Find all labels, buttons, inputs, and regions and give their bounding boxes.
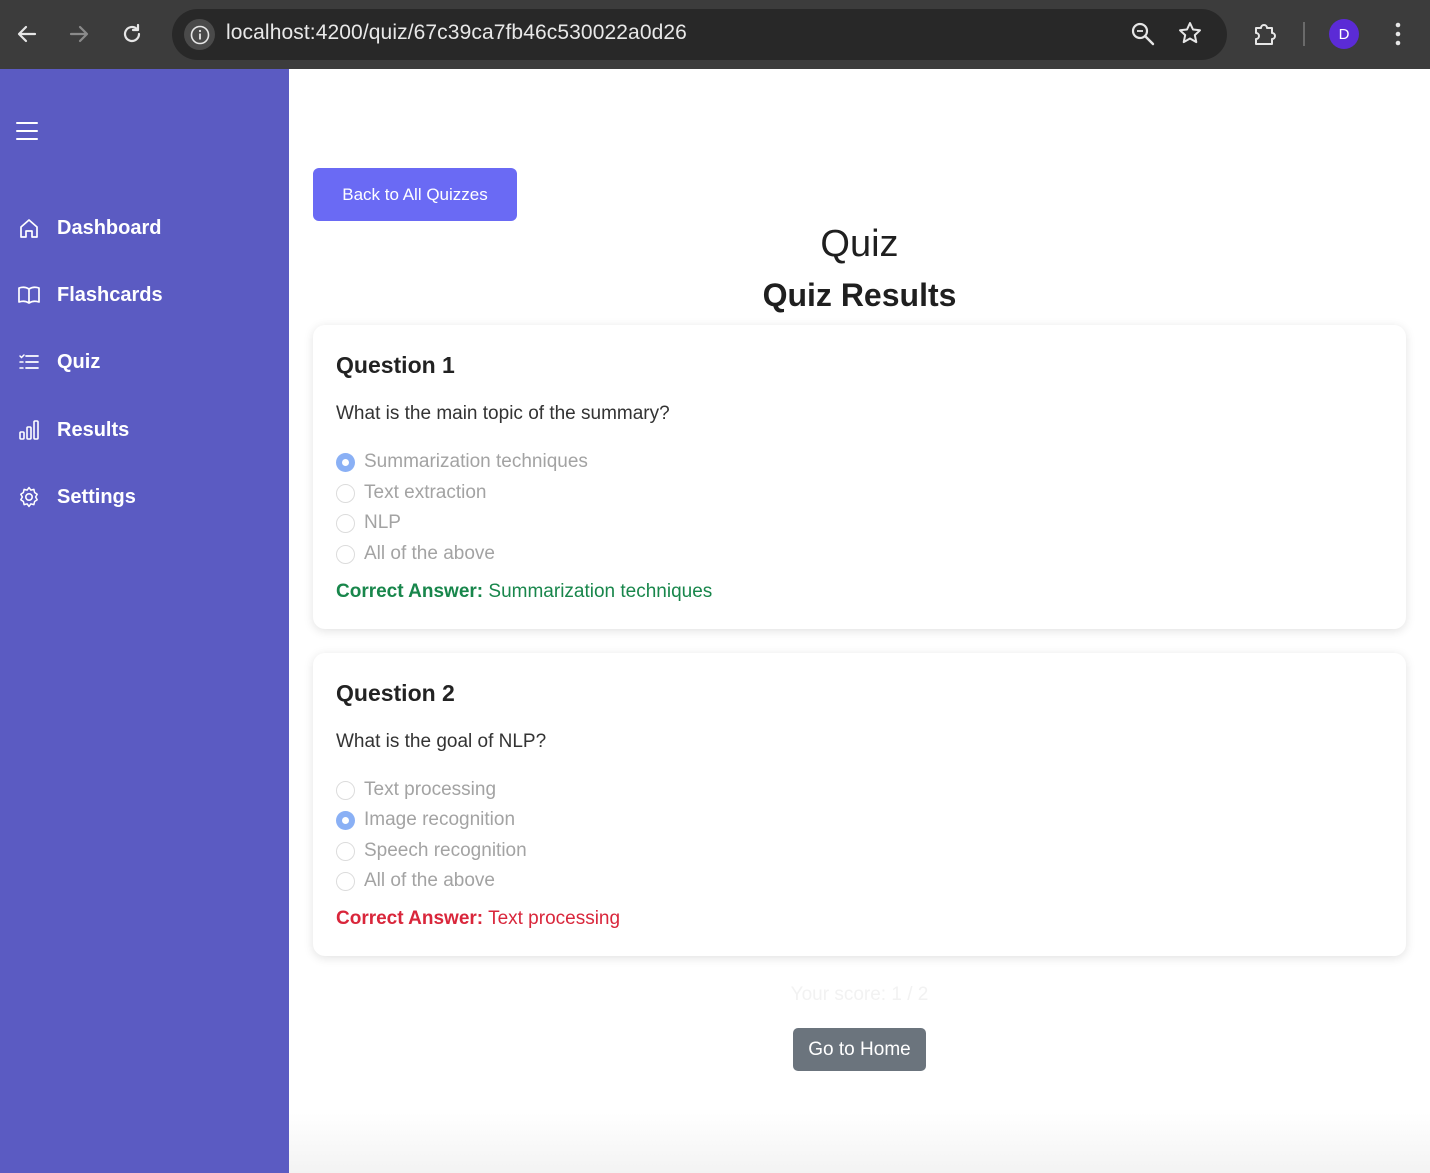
option-label: Text processing <box>364 779 497 800</box>
go-home-button[interactable]: Go to Home <box>793 1028 926 1071</box>
correct-answer: Correct Answer: Summarization techniques <box>336 581 712 603</box>
question-title: Question 1 <box>336 352 455 378</box>
page-title: Quiz <box>820 223 899 265</box>
gear-icon <box>17 485 41 509</box>
score-text: Your score: 1 / 2 <box>790 984 929 1005</box>
toolbar-divider <box>1303 22 1305 46</box>
forward-arrow-icon[interactable] <box>60 15 98 53</box>
sidebar-item-label: Results <box>57 418 130 441</box>
more-menu-icon[interactable] <box>1388 20 1408 48</box>
url-text[interactable]: localhost:4200/quiz/67c39ca7fb46c530022a… <box>226 21 687 45</box>
zoom-icon[interactable] <box>1130 21 1156 47</box>
correct-answer-value: Text processing <box>488 908 621 929</box>
hamburger-menu-icon[interactable] <box>16 122 38 142</box>
question-text: What is the goal of NLP? <box>336 731 547 752</box>
option-label: NLP <box>364 512 401 533</box>
back-to-quizzes-button[interactable]: Back to All Quizzes <box>313 168 517 221</box>
question-card: Question 2 What is the goal of NLP? Text… <box>313 653 1406 956</box>
correct-answer: Correct Answer: Text processing <box>336 908 620 930</box>
radio-unselected[interactable] <box>336 841 355 861</box>
main-content: Back to All Quizzes Quiz Quiz Results Qu… <box>289 69 1430 1173</box>
answer-option[interactable]: All of the above <box>336 867 495 895</box>
answer-option[interactable]: Text extraction <box>336 479 487 507</box>
sidebar-item-flashcards[interactable]: Flashcards <box>17 275 277 315</box>
site-info-icon[interactable] <box>184 19 215 50</box>
sidebar-item-dashboard[interactable]: Dashboard <box>17 208 277 248</box>
sidebar-item-results[interactable]: Results <box>17 410 277 450</box>
home-icon <box>17 216 41 240</box>
radio-unselected[interactable] <box>336 513 355 533</box>
answer-option[interactable]: NLP <box>336 509 401 537</box>
sidebar-item-quiz[interactable]: Quiz <box>17 342 277 382</box>
correct-answer-value: Summarization techniques <box>488 581 713 602</box>
book-icon <box>17 283 41 307</box>
radio-unselected[interactable] <box>336 544 355 564</box>
reload-icon[interactable] <box>113 15 151 53</box>
correct-answer-label: Correct Answer: <box>336 908 484 929</box>
radio-selected[interactable] <box>336 810 355 830</box>
results-title: Quiz Results <box>762 277 957 313</box>
question-title: Question 2 <box>336 680 455 706</box>
list-icon <box>17 350 41 374</box>
answer-option[interactable]: Speech recognition <box>336 837 527 865</box>
profile-avatar[interactable]: D <box>1329 19 1359 49</box>
option-label: All of the above <box>364 870 495 891</box>
sidebar-item-label: Quiz <box>57 350 101 373</box>
answer-option[interactable]: All of the above <box>336 540 495 568</box>
answer-option[interactable]: Summarization techniques <box>336 448 588 476</box>
browser-toolbar: localhost:4200/quiz/67c39ca7fb46c530022a… <box>0 0 1430 69</box>
extensions-puzzle-icon[interactable] <box>1250 19 1280 49</box>
option-label: Speech recognition <box>364 840 527 861</box>
sidebar-item-label: Flashcards <box>57 283 163 306</box>
sidebar: Dashboard Flashcards Quiz Results Settin… <box>0 69 289 1173</box>
sidebar-item-label: Dashboard <box>57 216 162 239</box>
radio-selected[interactable] <box>336 452 355 472</box>
bookmark-star-icon[interactable] <box>1177 20 1203 46</box>
radio-unselected[interactable] <box>336 871 355 891</box>
address-bar[interactable]: localhost:4200/quiz/67c39ca7fb46c530022a… <box>172 9 1227 60</box>
answer-option[interactable]: Text processing <box>336 776 496 804</box>
bottom-fade <box>289 1113 1430 1173</box>
option-label: All of the above <box>364 543 495 564</box>
answer-option[interactable]: Image recognition <box>336 806 515 834</box>
option-label: Text extraction <box>364 482 487 503</box>
option-label: Image recognition <box>364 809 516 830</box>
option-label: Summarization techniques <box>364 451 588 472</box>
question-text: What is the main topic of the summary? <box>336 403 670 424</box>
question-card: Question 1 What is the main topic of the… <box>313 325 1406 629</box>
sidebar-item-settings[interactable]: Settings <box>17 477 277 517</box>
radio-unselected[interactable] <box>336 780 355 800</box>
back-arrow-icon[interactable] <box>8 15 46 53</box>
bar-chart-icon <box>17 418 41 442</box>
radio-unselected[interactable] <box>336 483 355 503</box>
sidebar-item-label: Settings <box>57 485 136 508</box>
correct-answer-label: Correct Answer: <box>336 581 484 602</box>
